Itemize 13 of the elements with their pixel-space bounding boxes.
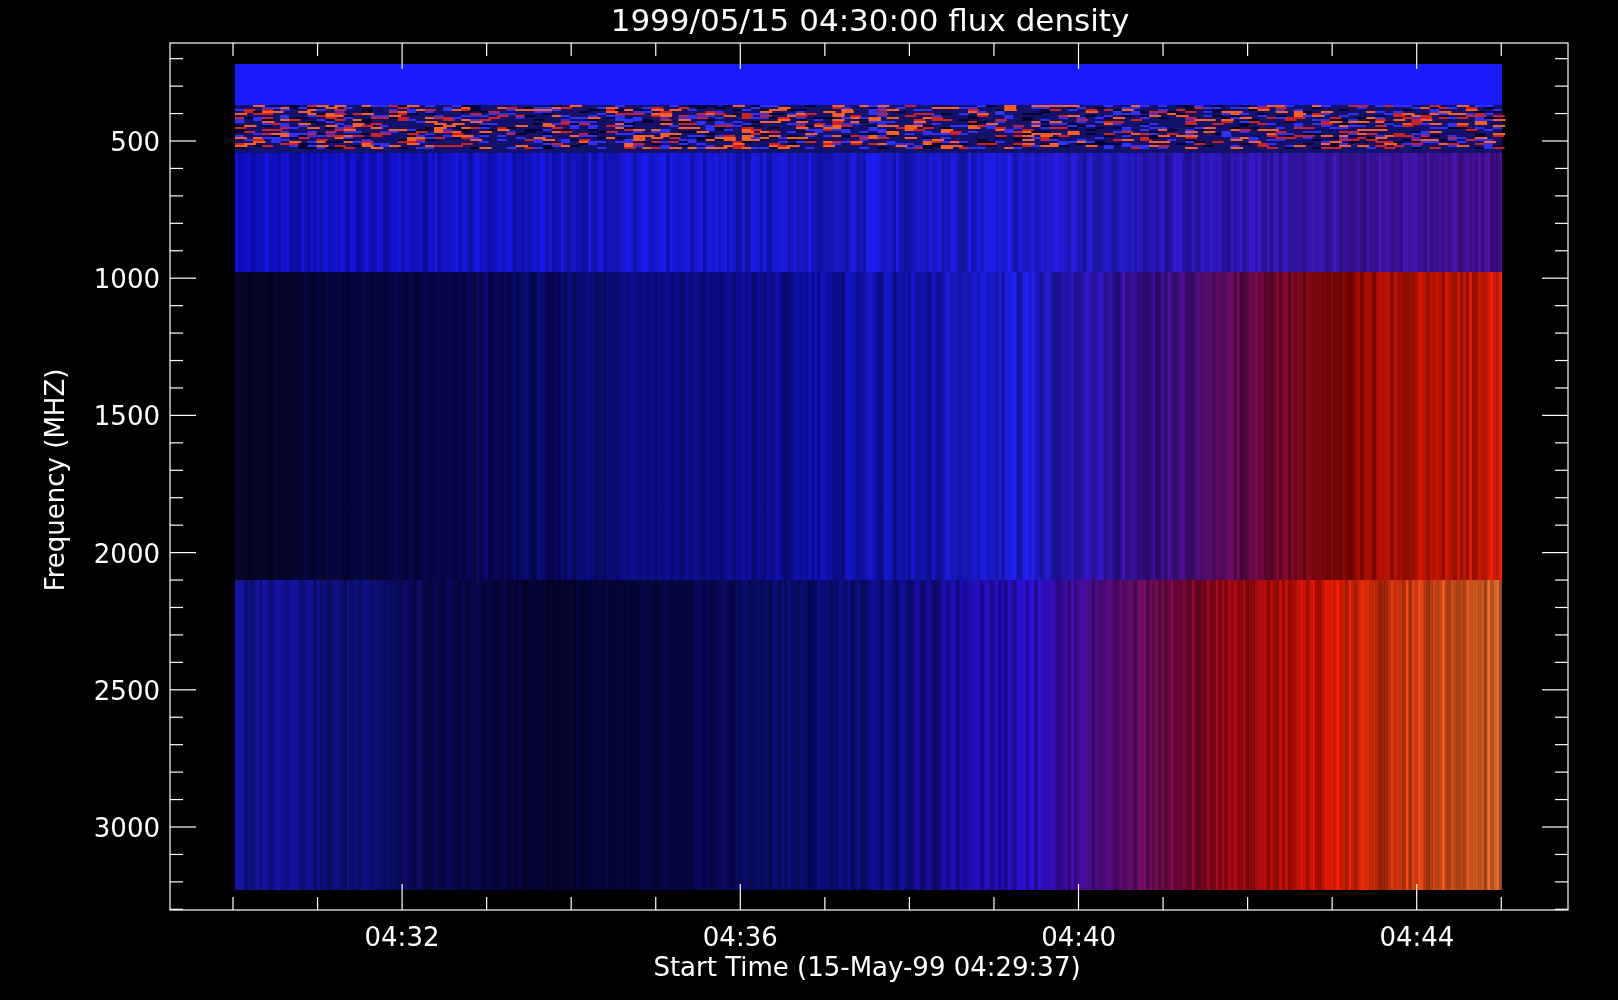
y-tick-label: 2500 [93, 675, 160, 706]
y-tick-label: 2000 [93, 538, 160, 569]
x-tick-label: 04:40 [1041, 922, 1117, 952]
x-tick-label: 04:36 [702, 922, 778, 952]
chart-title: 1999/05/15 04:30:00 flux density [610, 2, 1130, 38]
y-tick-label: 3000 [93, 813, 160, 843]
y-axis-label: Frequency (MHZ) [40, 368, 70, 592]
y-tick-label: 1000 [93, 264, 160, 295]
x-tick-label: 04:44 [1379, 922, 1455, 952]
y-tick-label: 1500 [93, 401, 160, 432]
y-tick-label: 500 [110, 127, 160, 157]
x-axis-label: Start Time (15-May-99 04:29:37) [653, 952, 1081, 982]
x-tick-label: 04:32 [364, 922, 440, 952]
